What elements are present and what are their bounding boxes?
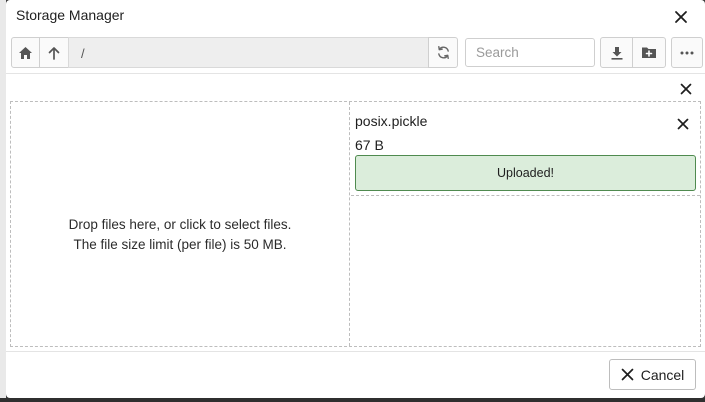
toolbar: / [10, 37, 703, 69]
download-icon [611, 46, 622, 60]
cancel-button[interactable]: Cancel [609, 359, 696, 390]
upload-panel-close-button[interactable] [676, 79, 696, 99]
storage-manager-dialog: Storage Manager / Search Drop files here… [6, 0, 705, 398]
close-icon [621, 368, 634, 381]
upload-file-list: posix.pickle 67 B Uploaded! [351, 102, 700, 346]
more-options-button[interactable] [671, 37, 703, 68]
dropzone-size-limit: The file size limit (per file) is 50 MB. [73, 237, 287, 252]
path-field[interactable]: / [68, 37, 429, 68]
close-icon [677, 118, 689, 130]
cancel-button-label: Cancel [640, 366, 685, 383]
home-button[interactable] [11, 37, 40, 68]
more-horizontal-icon [680, 51, 694, 54]
new-folder-button[interactable] [632, 37, 666, 68]
home-icon [19, 46, 32, 59]
upload-file-item: posix.pickle 67 B Uploaded! [351, 102, 700, 196]
close-icon [680, 83, 692, 95]
remove-file-button[interactable] [673, 114, 693, 134]
search-input[interactable] [465, 38, 595, 67]
footer-divider [6, 351, 705, 352]
dialog-close-button[interactable] [670, 7, 692, 27]
upload-status-badge: Uploaded! [355, 155, 696, 191]
dialog-header: Storage Manager [6, 0, 705, 32]
dialog-title: Storage Manager [16, 7, 125, 23]
new-folder-icon [642, 47, 656, 58]
file-size: 67 B [355, 137, 384, 153]
file-dropzone[interactable]: Drop files here, or click to select file… [11, 102, 350, 346]
upload-panel: Drop files here, or click to select file… [10, 101, 701, 347]
download-button[interactable] [600, 37, 633, 68]
file-name: posix.pickle [355, 113, 428, 129]
dropzone-instruction: Drop files here, or click to select file… [68, 217, 292, 232]
refresh-button[interactable] [428, 37, 458, 68]
toolbar-divider [6, 73, 705, 74]
close-icon [675, 11, 687, 23]
parent-folder-button[interactable] [39, 37, 69, 68]
refresh-icon [437, 45, 449, 60]
background-app-bottom [0, 398, 705, 402]
arrow-up-icon [48, 46, 60, 60]
